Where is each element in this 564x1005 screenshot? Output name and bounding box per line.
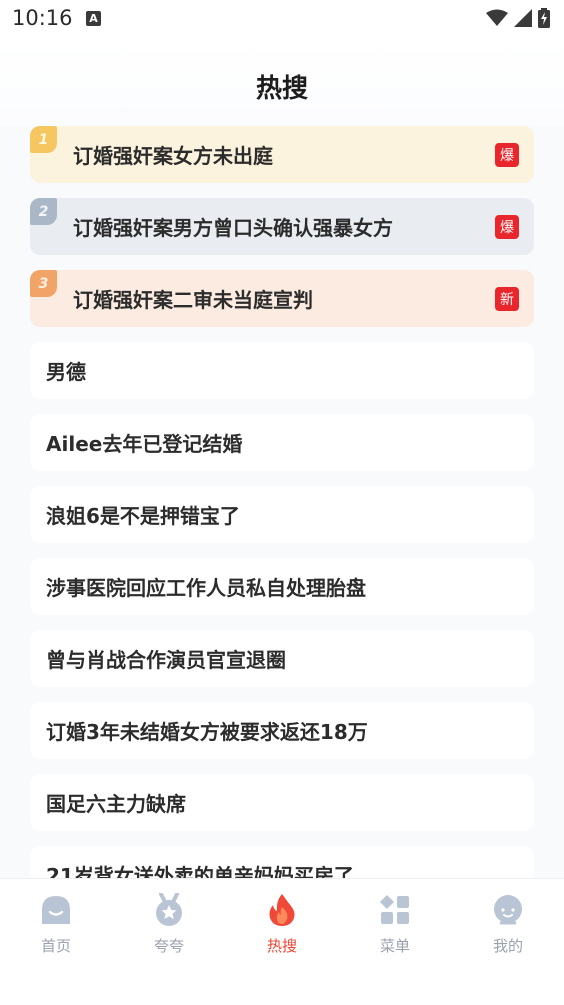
bottom-tab-bar: 首页 夸夸 热搜 菜单 我的 [0,878,564,1005]
profile-icon [494,895,522,925]
home-icon [42,896,70,924]
status-icons [486,8,550,28]
hot-item-3[interactable]: 3 订婚强奸案二审未当庭宣判 新 [30,270,534,327]
header: 热搜 [0,40,564,126]
medal-icon [156,893,182,926]
new-tag-badge: 新 [495,287,519,311]
status-time: 10:16 [12,6,73,30]
hot-item-7[interactable]: 涉事医院回应工作人员私自处理胎盘 [30,558,534,615]
hot-item-title: 订婚强奸案女方未出庭 [73,144,273,168]
hot-item-title: 涉事医院回应工作人员私自处理胎盘 [46,576,366,600]
hot-tag-badge: 爆 [495,143,519,167]
hot-search-list: 1 订婚强奸案女方未出庭 爆 2 订婚强奸案男方曾口头确认强暴女方 爆 3 订婚… [30,126,534,918]
hot-item-title: Ailee去年已登记结婚 [46,432,243,456]
hot-item-8[interactable]: 曾与肖战合作演员官宣退圈 [30,630,534,687]
signal-icon [514,9,532,27]
page-title: 热搜 [255,74,308,104]
wifi-icon [486,9,508,26]
rank-badge-1: 1 [30,126,57,153]
battery-charging-icon [538,8,550,28]
tab-praise[interactable]: 夸夸 [129,893,209,956]
hot-item-title: 男德 [46,360,86,384]
fire-icon [269,894,295,926]
rank-badge-3: 3 [30,270,57,297]
hot-item-9[interactable]: 订婚3年未结婚女方被要求返还18万 [30,702,534,759]
hot-item-title: 订婚3年未结婚女方被要求返还18万 [46,720,368,744]
tab-label: 菜单 [379,937,410,955]
tab-hot-search[interactable]: 热搜 [242,893,322,956]
hot-item-5[interactable]: Ailee去年已登记结婚 [30,414,534,471]
notification-a-icon: A [86,11,101,26]
hot-tag-badge: 爆 [495,215,519,239]
tab-profile[interactable]: 我的 [468,893,548,956]
hot-item-title: 国足六主力缺席 [46,792,186,816]
hot-item-4[interactable]: 男德 [30,342,534,399]
hot-item-title: 曾与肖战合作演员官宣退圈 [46,648,286,672]
tab-menu[interactable]: 菜单 [355,893,435,956]
hot-item-6[interactable]: 浪姐6是不是押错宝了 [30,486,534,543]
tab-label: 热搜 [266,937,297,955]
hot-item-title: 订婚强奸案男方曾口头确认强暴女方 [73,216,393,240]
hot-item-title: 订婚强奸案二审未当庭宣判 [73,288,313,312]
tab-label: 夸夸 [153,937,184,955]
grid-icon [380,895,409,924]
hot-item-1[interactable]: 1 订婚强奸案女方未出庭 爆 [30,126,534,183]
status-bar: 10:16 A [0,0,564,40]
tab-home[interactable]: 首页 [16,893,96,956]
hot-item-10[interactable]: 国足六主力缺席 [30,774,534,831]
rank-badge-2: 2 [30,198,57,225]
tab-label: 我的 [492,937,523,955]
tab-label: 首页 [40,937,71,955]
hot-item-2[interactable]: 2 订婚强奸案男方曾口头确认强暴女方 爆 [30,198,534,255]
hot-item-title: 浪姐6是不是押错宝了 [46,504,240,528]
